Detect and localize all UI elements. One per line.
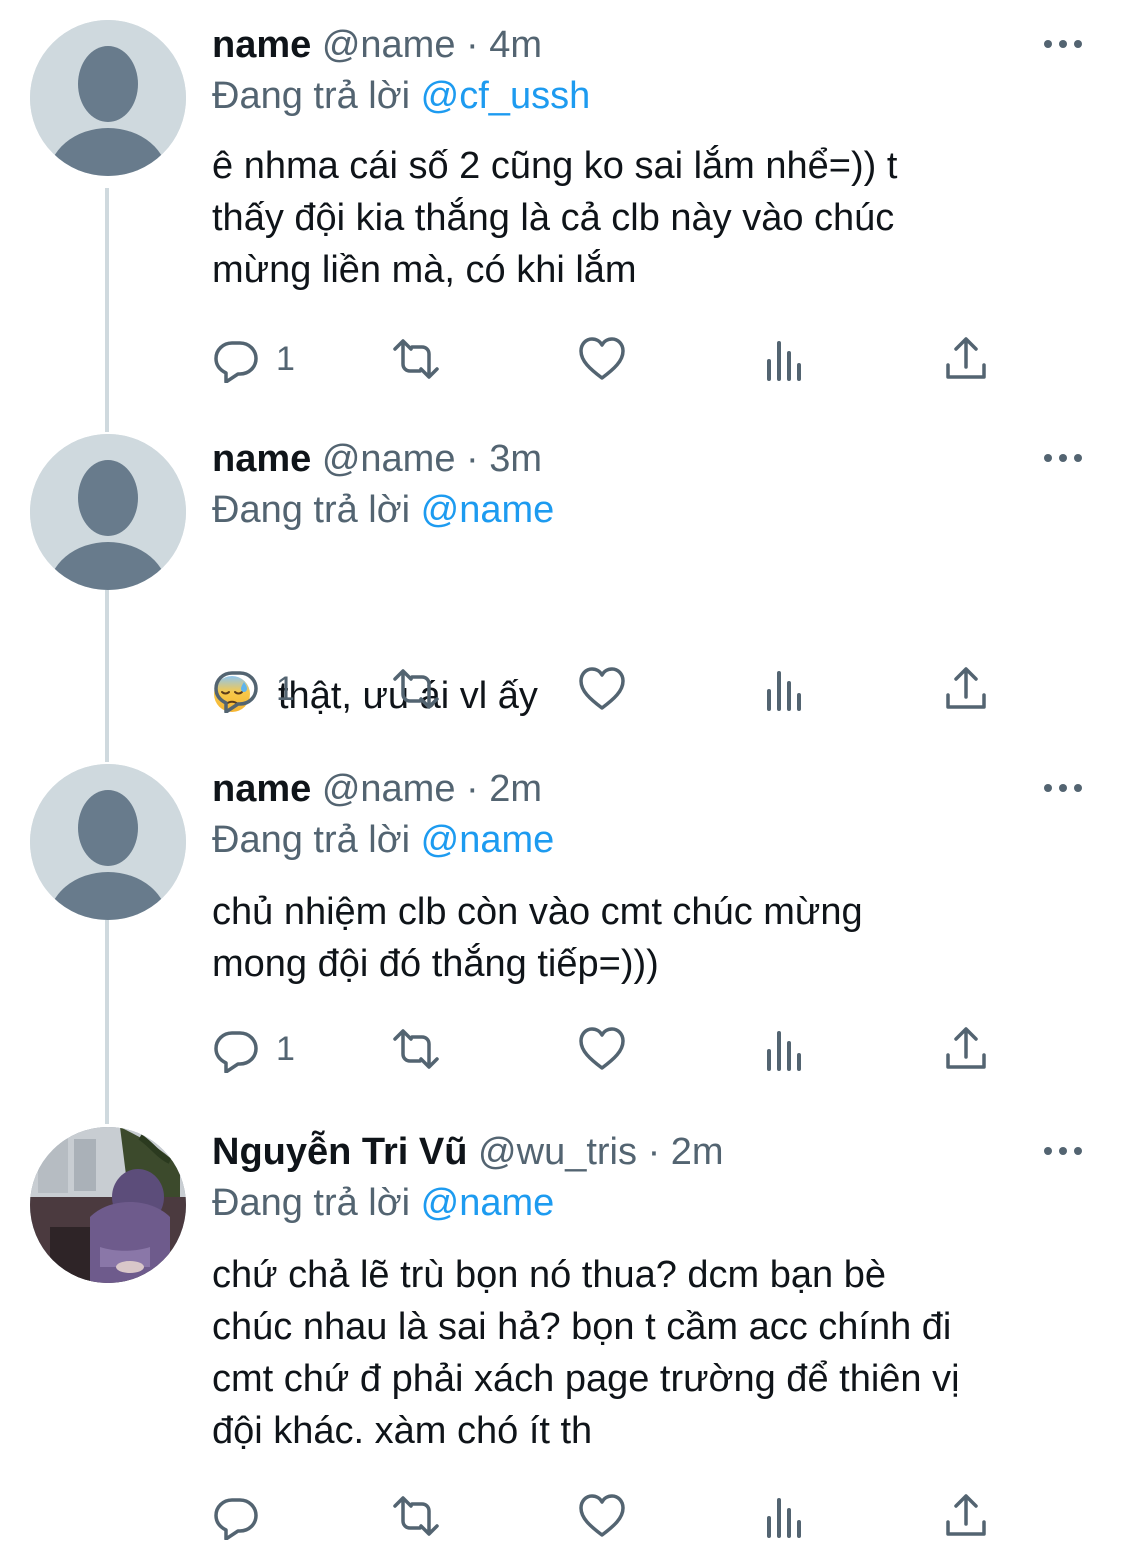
like-button[interactable] — [578, 1491, 626, 1541]
separator: · — [466, 24, 479, 66]
retweet-icon — [393, 339, 439, 379]
like-button[interactable] — [578, 1024, 626, 1074]
timestamp[interactable]: 3m — [489, 438, 542, 480]
mention-link[interactable]: @name — [421, 819, 555, 861]
views-button[interactable] — [762, 1024, 810, 1074]
share-icon — [946, 337, 986, 379]
share-button[interactable] — [942, 1491, 990, 1541]
replying-to: Đang trả lời @cf_ussh — [212, 70, 590, 122]
views-icon — [767, 671, 801, 711]
reply-icon — [214, 1031, 258, 1073]
share-button[interactable] — [942, 1024, 990, 1074]
replying-to-label: Đang trả lời — [212, 489, 411, 531]
mention-link[interactable]: @name — [421, 489, 555, 531]
sweat-face-emoji-icon — [212, 622, 252, 712]
more-icon[interactable] — [1043, 448, 1083, 468]
reply-button[interactable]: 1 — [212, 1024, 295, 1074]
retweet-button[interactable] — [392, 334, 440, 384]
action-bar: 1 — [212, 1024, 1012, 1074]
retweet-icon — [393, 1496, 439, 1536]
tweet-text: ê nhma cái số 2 cũng ko sai lắm nhể=)) t… — [212, 145, 898, 291]
reply-button[interactable] — [212, 1491, 276, 1541]
action-bar — [212, 1491, 1012, 1541]
replying-to-label: Đang trả lời — [212, 819, 411, 861]
more-icon[interactable] — [1043, 778, 1083, 798]
share-button[interactable] — [942, 334, 990, 384]
replying-to: Đang trả lời @name — [212, 484, 554, 536]
views-icon — [767, 341, 801, 381]
photo-avatar-icon — [30, 1127, 186, 1283]
tweet[interactable]: name @name · 2m Đang trả lời @name chủ n… — [0, 764, 1125, 1094]
views-icon — [767, 1498, 801, 1538]
default-avatar-icon — [30, 434, 186, 590]
reply-count: 1 — [276, 1029, 295, 1068]
like-icon — [579, 1027, 625, 1070]
retweet-icon — [393, 669, 439, 709]
handle[interactable]: @name — [322, 768, 456, 810]
mention-link[interactable]: @cf_ussh — [421, 75, 591, 117]
retweet-icon — [393, 1029, 439, 1069]
more-icon[interactable] — [1043, 1141, 1083, 1161]
replying-to-label: Đang trả lời — [212, 75, 411, 117]
separator: · — [466, 768, 479, 810]
reply-count: 1 — [276, 669, 295, 708]
like-button[interactable] — [578, 334, 626, 384]
handle[interactable]: @wu_tris — [478, 1131, 637, 1173]
avatar[interactable] — [30, 20, 186, 176]
replying-to: Đang trả lời @name — [212, 814, 554, 866]
timestamp[interactable]: 4m — [489, 24, 542, 66]
handle[interactable]: @name — [322, 438, 456, 480]
tweet-text: chủ nhiệm clb còn vào cmt chúc mừng mong… — [212, 891, 863, 985]
tweet-header: name @name · 2m — [212, 764, 542, 814]
action-bar: 1 — [212, 664, 1012, 714]
reply-icon — [214, 341, 258, 383]
tweet-header: Nguyễn Tri Vũ @wu_tris · 2m — [212, 1127, 724, 1177]
retweet-button[interactable] — [392, 664, 440, 714]
like-icon — [579, 337, 625, 380]
display-name[interactable]: name — [212, 24, 311, 66]
avatar[interactable] — [30, 434, 186, 590]
reply-icon — [214, 671, 258, 713]
retweet-button[interactable] — [392, 1024, 440, 1074]
tweet-text: chứ chả lẽ trù bọn nó thua? dcm bạn bè c… — [212, 1254, 960, 1452]
like-icon — [579, 667, 625, 710]
tweet[interactable]: name @name · 4m Đang trả lời @cf_ussh ê … — [0, 20, 1125, 400]
mention-link[interactable]: @name — [421, 1182, 555, 1224]
reply-button[interactable]: 1 — [212, 334, 295, 384]
avatar[interactable] — [30, 1127, 186, 1283]
like-icon — [579, 1494, 625, 1537]
more-icon[interactable] — [1043, 34, 1083, 54]
timestamp[interactable]: 2m — [489, 768, 542, 810]
separator: · — [647, 1131, 661, 1173]
share-button[interactable] — [942, 664, 990, 714]
default-avatar-icon — [30, 20, 186, 176]
display-name[interactable]: name — [212, 768, 311, 810]
handle[interactable]: @name — [322, 24, 456, 66]
avatar[interactable] — [30, 764, 186, 920]
views-button[interactable] — [762, 334, 810, 384]
separator: · — [466, 438, 479, 480]
reply-icon — [214, 1498, 258, 1540]
views-button[interactable] — [762, 664, 810, 714]
share-icon — [946, 667, 986, 709]
reply-count: 1 — [276, 339, 295, 378]
views-button[interactable] — [762, 1491, 810, 1541]
share-icon — [946, 1494, 986, 1536]
timestamp[interactable]: 2m — [671, 1131, 724, 1173]
reply-button[interactable]: 1 — [212, 664, 295, 714]
like-button[interactable] — [578, 664, 626, 714]
display-name[interactable]: Nguyễn Tri Vũ — [212, 1131, 467, 1173]
views-icon — [767, 1031, 801, 1071]
action-bar: 1 — [212, 334, 1012, 384]
display-name[interactable]: name — [212, 438, 311, 480]
retweet-button[interactable] — [392, 1491, 440, 1541]
replying-to-label: Đang trả lời — [212, 1182, 411, 1224]
replying-to: Đang trả lời @name — [212, 1177, 554, 1229]
tweet[interactable]: name @name · 3m Đang trả lời @name thật,… — [0, 434, 1125, 744]
share-icon — [946, 1027, 986, 1069]
tweet[interactable]: Nguyễn Tri Vũ @wu_tris · 2m Đang trả lời… — [0, 1127, 1125, 1543]
tweet-header: name @name · 3m — [212, 434, 542, 484]
tweet-header: name @name · 4m — [212, 20, 542, 70]
default-avatar-icon — [30, 764, 186, 920]
